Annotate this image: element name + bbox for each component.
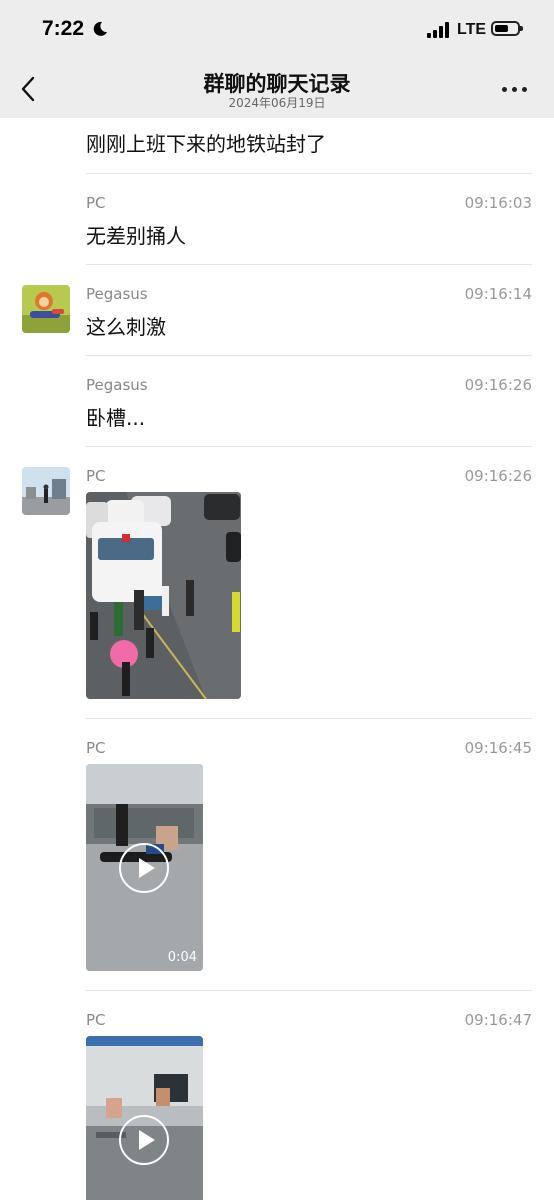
battery-icon xyxy=(491,21,523,36)
status-time: 7:22 xyxy=(42,17,85,40)
message-text: 卧槽... xyxy=(86,406,146,430)
list-item[interactable]: PC 09:16:47 xyxy=(0,991,554,1200)
avatar[interactable] xyxy=(22,285,70,333)
avatar-image xyxy=(22,467,70,515)
message-time: 09:16:14 xyxy=(464,285,532,303)
status-bar: 7:22 LTE xyxy=(0,0,554,60)
message-time: 09:16:26 xyxy=(464,376,532,394)
sender-name: PC xyxy=(86,1011,106,1029)
list-item[interactable]: Pegasus 09:16:26 卧槽... xyxy=(0,356,554,447)
list-item[interactable]: PC 09:16:26 xyxy=(0,447,554,719)
more-icon[interactable] xyxy=(502,87,530,93)
message-text: 这么刺激 xyxy=(86,315,166,339)
list-item[interactable]: 刚刚上班下来的地铁站封了 xyxy=(0,118,554,174)
signal-icon xyxy=(427,22,451,38)
chat-history-list: 刚刚上班下来的地铁站封了 PC 09:16:03 无差别捅人 Pegasus 0… xyxy=(0,118,554,1200)
sender-name: PC xyxy=(86,194,106,212)
list-item[interactable]: PC 09:16:03 无差别捅人 xyxy=(0,174,554,265)
avatar[interactable] xyxy=(22,467,70,515)
list-item[interactable]: Pegasus 09:16:14 这么刺激 xyxy=(0,265,554,356)
play-icon[interactable] xyxy=(119,843,169,893)
sender-name: Pegasus xyxy=(86,376,148,394)
moon-icon xyxy=(93,21,107,36)
video-duration: 0:04 xyxy=(167,950,197,965)
message-video[interactable] xyxy=(86,1036,203,1200)
message-text: 刚刚上班下来的地铁站封了 xyxy=(86,132,326,156)
page-subtitle: 2024年06月19日 xyxy=(228,96,326,110)
list-item[interactable]: PC 09:16:45 0:04 xyxy=(0,719,554,991)
sender-name: Pegasus xyxy=(86,285,148,303)
message-video[interactable]: 0:04 xyxy=(86,764,203,971)
message-time: 09:16:45 xyxy=(464,739,532,757)
nav-bar: 群聊的聊天记录 2024年06月19日 xyxy=(0,60,554,118)
play-icon[interactable] xyxy=(119,1115,169,1165)
message-image[interactable] xyxy=(86,492,241,699)
message-time: 09:16:47 xyxy=(464,1011,532,1029)
sender-name: PC xyxy=(86,467,106,485)
message-time: 09:16:03 xyxy=(464,194,532,212)
avatar-image xyxy=(22,285,70,333)
sender-name: PC xyxy=(86,739,106,757)
network-label: LTE xyxy=(457,21,487,38)
message-time: 09:16:26 xyxy=(464,467,532,485)
message-text: 无差别捅人 xyxy=(86,224,186,248)
